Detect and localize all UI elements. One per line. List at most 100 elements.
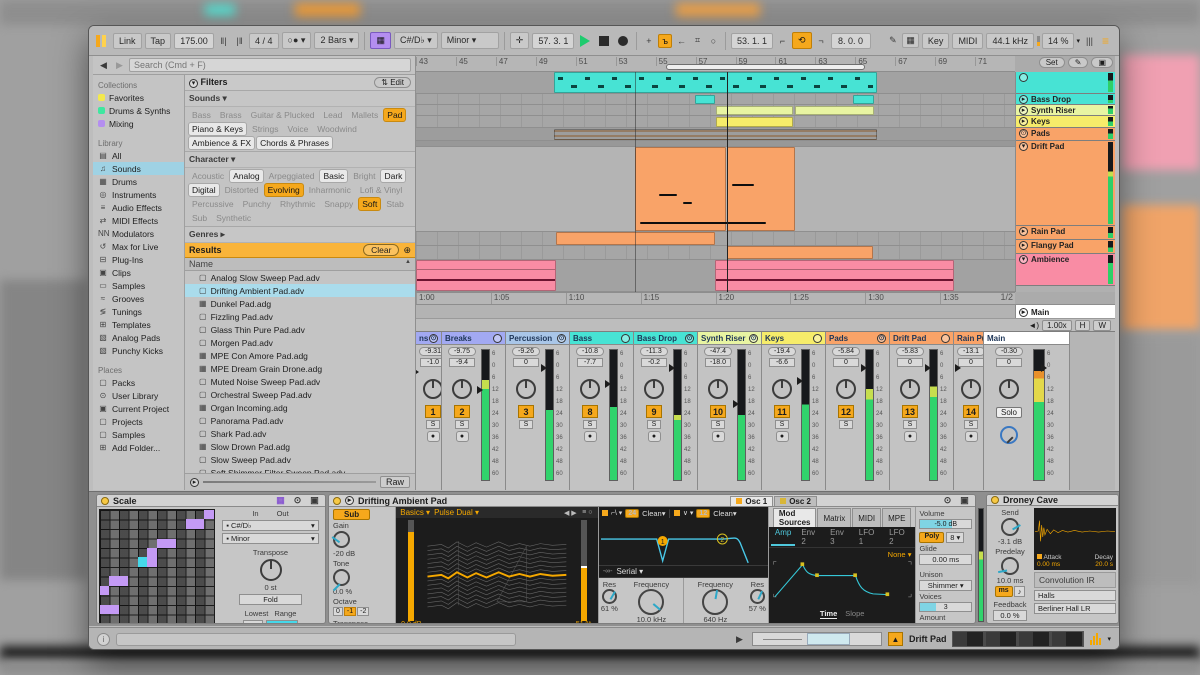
peak-level[interactable]: -19.4 <box>768 347 796 356</box>
solo-button[interactable]: S <box>455 420 469 429</box>
mixer-fold-icon[interactable]: ⊙ <box>557 334 566 343</box>
tab-osc1[interactable]: Osc 1 <box>730 496 773 506</box>
result-item[interactable]: ▢ Soft Shimmer Filter Sweep Pad.adv <box>185 466 415 473</box>
arm-button[interactable]: ● <box>904 431 917 442</box>
sidebar-library-item[interactable]: ▭ Samples <box>93 279 184 292</box>
add-filter-icon[interactable]: ⊕ <box>403 245 411 256</box>
device-on-toggle[interactable] <box>333 497 341 505</box>
pan-knob[interactable] <box>999 379 1019 399</box>
filter-tag[interactable]: Rhythmic <box>277 198 318 210</box>
track-fold-icon[interactable]: ⊙ <box>1019 129 1028 138</box>
wt-position-value[interactable]: 51 % <box>576 621 592 624</box>
track-activator[interactable]: 13 <box>902 405 918 418</box>
mixer-track-header[interactable]: Percussion ⊙ <box>506 332 569 345</box>
res2-value[interactable]: 57 % <box>749 604 766 613</box>
scale-grid-cell[interactable] <box>100 605 109 614</box>
track-header[interactable]: ▾ Drift Pad <box>1016 141 1115 226</box>
filter-tag[interactable]: Bass <box>189 109 214 121</box>
arm-button[interactable]: ● <box>584 431 597 442</box>
scale-grid-cell[interactable] <box>109 576 118 585</box>
lock-icon[interactable]: ▣ <box>1091 57 1113 68</box>
gain-value[interactable]: -20 dB <box>333 549 355 558</box>
track-fold-icon[interactable]: ▸ <box>1019 95 1028 104</box>
send-knob[interactable] <box>1001 518 1019 536</box>
tab-mpe[interactable]: MPE <box>882 508 911 527</box>
selection-box-icon[interactable]: ⌗ <box>691 35 704 46</box>
mixer-strip[interactable]: ns ⊙ -9.31 -1.0 1 S ● 6 0 6 12 <box>416 332 442 490</box>
mixer-track-header[interactable]: Breaks <box>442 332 505 345</box>
save-preset-icon[interactable]: ▣ <box>308 495 321 506</box>
sidebar-places-item[interactable]: ▢ Samples <box>93 428 184 441</box>
clip[interactable] <box>695 95 715 104</box>
sidebar-library-item[interactable]: ≶ Tunings <box>93 305 184 318</box>
time-toggle[interactable]: Time <box>820 609 837 619</box>
show-clip-button[interactable]: ▲ <box>888 632 903 646</box>
result-item[interactable]: ▦ Dunkel Pad.adg <box>185 297 415 310</box>
tempo-field[interactable]: 175.00 <box>174 33 214 49</box>
scale-grid-cell[interactable] <box>166 539 175 548</box>
filter2-toggle[interactable] <box>674 510 680 516</box>
sidebar-library-item[interactable]: ≈ Grooves <box>93 292 184 305</box>
filter-tag[interactable]: Sub <box>189 212 210 224</box>
subtab-amp[interactable]: Amp <box>771 528 795 546</box>
filter-tag[interactable]: Basic <box>320 170 347 182</box>
punch-in-icon[interactable]: ⌐ <box>776 36 789 46</box>
clip[interactable] <box>732 184 754 186</box>
filter-tag[interactable]: Dark <box>381 170 405 182</box>
loop-start-field[interactable]: 53. 1. 1 <box>731 33 773 49</box>
mixer-strip[interactable]: Rain P -13.1 0 14 S ● 6 0 6 1 <box>954 332 984 490</box>
sub-toggle[interactable]: Sub <box>333 509 370 520</box>
sidebar-places-item[interactable]: ▢ Projects <box>93 415 184 428</box>
info-view-icon[interactable]: i <box>97 633 110 646</box>
volume-slider[interactable]: -5.0 dB <box>919 519 972 529</box>
loop-brace[interactable] <box>666 64 866 70</box>
volume-field[interactable]: -0.2 <box>641 358 667 367</box>
volume-field[interactable]: -18.0 <box>705 358 731 367</box>
peak-level[interactable]: -47.4 <box>704 347 732 356</box>
name-column-header[interactable]: Name <box>189 259 213 269</box>
scale-root-menu[interactable]: C#/D♭ ▾ <box>394 32 438 49</box>
sidebar-library-item[interactable]: ▦ Drums <box>93 175 184 188</box>
fader-arrow[interactable] <box>1041 364 1047 372</box>
filter-tag[interactable]: Lead <box>320 109 345 121</box>
mixer-strip[interactable]: Drift Pad -5.83 0 13 S ● 6 0 <box>890 332 954 490</box>
volume-field[interactable]: -6.6 <box>769 358 795 367</box>
link-button[interactable]: Link <box>113 33 142 49</box>
peak-level[interactable]: -9.31 <box>419 347 442 356</box>
freq2-knob[interactable] <box>702 589 728 615</box>
sidebar-places-item[interactable]: ▢ Packs <box>93 376 184 389</box>
scale-grid-cell[interactable] <box>195 519 204 528</box>
loop-switch[interactable]: ⟲ <box>792 32 812 49</box>
pan-knob[interactable] <box>708 379 728 399</box>
mixer-fold-icon[interactable]: ⊙ <box>749 334 758 343</box>
mixer-strip[interactable]: Bass Drop ⊙ -11.3 -0.2 9 S ● 6 <box>634 332 698 490</box>
arm-button[interactable]: ● <box>648 431 661 442</box>
peak-level[interactable]: -11.3 <box>640 347 668 356</box>
character-section-header[interactable]: Character ▾ <box>185 152 415 168</box>
browser-forward-button[interactable]: ▶ <box>113 60 126 71</box>
mixer-fold-icon[interactable] <box>813 334 822 343</box>
pan-knob[interactable] <box>452 379 472 399</box>
fold-button[interactable]: Fold <box>239 594 302 605</box>
filters-header[interactable]: ▾ Filters <box>189 77 228 88</box>
computer-midi-keyboard-icon[interactable]: ▦ <box>902 33 919 48</box>
mixer-strip[interactable]: Breaks -9.75 -9.4 2 S ● 6 0 6 <box>442 332 506 490</box>
tab-osc2[interactable]: Osc 2 <box>774 496 817 506</box>
mixer-strip[interactable]: Bass -10.8 -7.7 8 S ● 6 0 6 1 <box>570 332 634 490</box>
stop-button[interactable] <box>599 36 609 46</box>
nudge-up-icon[interactable]: |‖ <box>233 36 246 46</box>
solo-button[interactable]: S <box>519 420 533 429</box>
filter1-mode-select[interactable]: Clean▾ <box>642 509 665 518</box>
record-button[interactable] <box>618 36 628 46</box>
track-header[interactable]: ▸ Keys <box>1016 116 1115 128</box>
mixer-fold-icon[interactable] <box>493 334 502 343</box>
peak-level[interactable]: -5.83 <box>896 347 924 356</box>
clip[interactable] <box>416 260 556 291</box>
arm-button[interactable]: ● <box>965 431 978 442</box>
meter-menu-arrow[interactable]: ▾ <box>1107 635 1111 643</box>
poly-voices-select[interactable]: 8 ▾ <box>946 532 964 543</box>
fader-arrow[interactable] <box>861 364 867 372</box>
midi-map-button[interactable]: MIDI <box>952 33 983 49</box>
raw-toggle[interactable]: Raw <box>380 476 410 488</box>
scale-grid-cell[interactable] <box>119 576 128 585</box>
